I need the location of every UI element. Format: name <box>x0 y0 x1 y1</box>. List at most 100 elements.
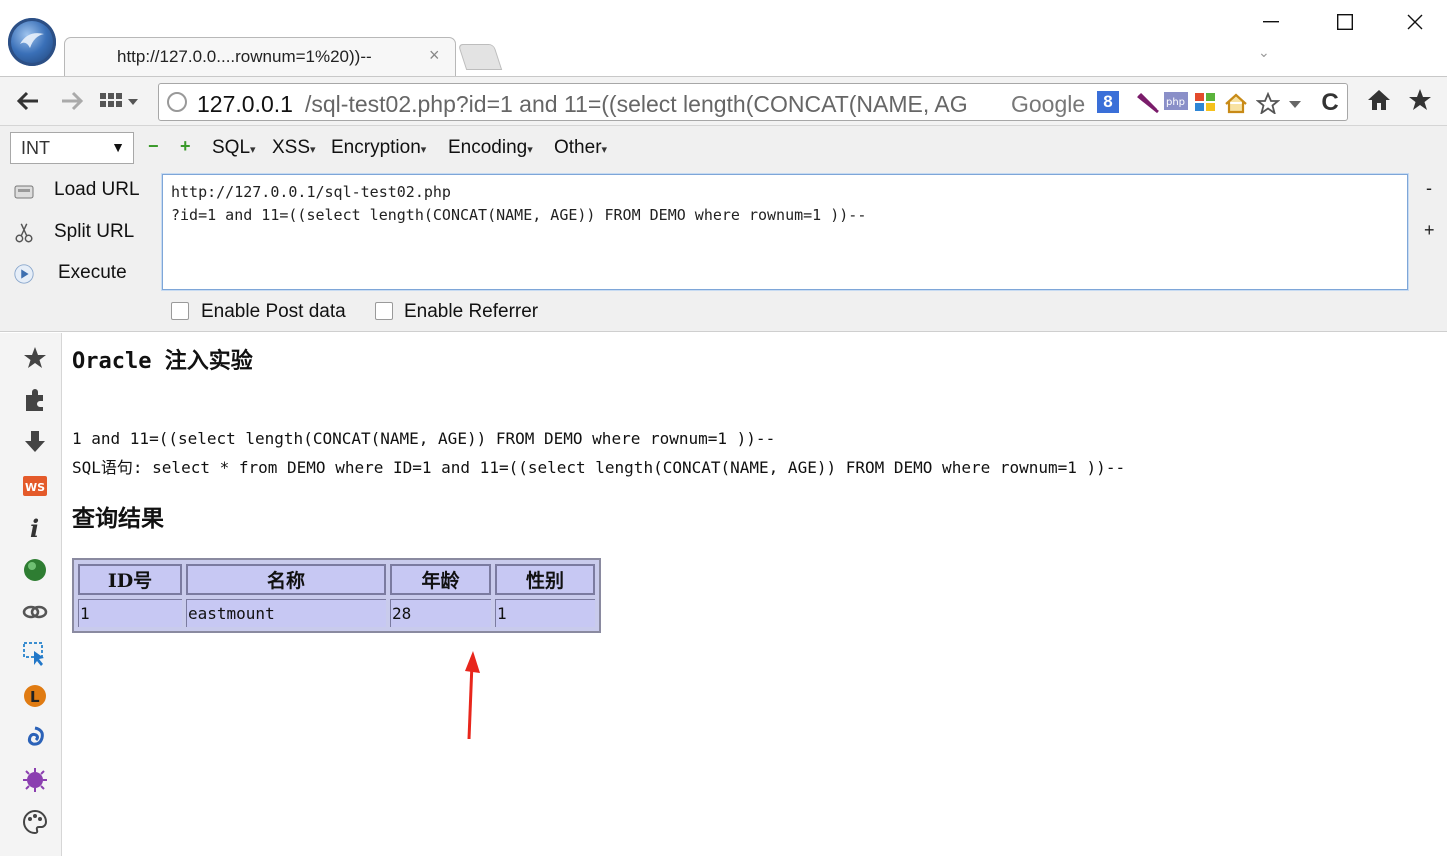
url-path: /sql-test02.php?id=1 and 11=((select len… <box>305 91 968 117</box>
expand-textarea-button[interactable]: + <box>1424 220 1435 241</box>
url-textarea[interactable]: http://127.0.0.1/sql-test02.php ?id=1 an… <box>162 174 1408 290</box>
execute-button[interactable]: Execute <box>12 259 152 289</box>
chevron-down-icon: ▼ <box>111 139 125 155</box>
forward-arrow-icon[interactable] <box>60 90 84 112</box>
back-arrow-icon[interactable] <box>16 90 40 112</box>
table-row: 1 eastmount 28 1 <box>78 599 595 627</box>
close-window-button[interactable] <box>1392 8 1438 36</box>
tab-active[interactable]: http://127.0.0....rownum=1%20))-- × <box>64 37 456 77</box>
addon-sidebar: WS i L <box>0 333 62 856</box>
info-icon[interactable]: i <box>22 515 48 541</box>
url-textarea-line: http://127.0.0.1/sql-test02.php <box>171 183 451 201</box>
execute-label: Execute <box>58 262 127 283</box>
column-header-age: 年龄 <box>390 564 491 595</box>
star-icon[interactable] <box>22 345 48 371</box>
table-header-row: ID号 名称 年龄 性别 <box>78 564 595 595</box>
enable-referrer-checkbox[interactable] <box>375 302 393 320</box>
hackbar-panel: Load URL Split URL Execute http://127.0.… <box>0 170 1447 332</box>
url-host: 127.0.0.1 <box>197 91 293 117</box>
maximize-button[interactable] <box>1322 8 1368 36</box>
type-select[interactable]: INT ▼ <box>10 132 134 164</box>
php-icon[interactable]: php <box>1163 92 1189 114</box>
navigation-bar: 127.0.0.1 /sql-test02.php?id=1 and 11=((… <box>0 76 1447 126</box>
load-url-button[interactable]: Load URL <box>12 176 152 206</box>
tab-title: http://127.0.0....rownum=1%20))-- <box>117 47 372 66</box>
cell-gender: 1 <box>495 599 595 627</box>
tab-close-icon[interactable]: × <box>429 45 440 66</box>
menu-encoding-label: Encoding <box>448 137 528 158</box>
menu-other[interactable]: Other▾ <box>554 137 607 159</box>
menu-encoding[interactable]: Encoding▾ <box>448 137 533 159</box>
cell-age: 28 <box>390 599 491 627</box>
firebug-icon[interactable] <box>22 767 48 793</box>
link-chain-icon[interactable] <box>22 599 48 625</box>
menu-xss-label: XSS <box>272 137 311 158</box>
page-title: Oracle 注入实验 <box>72 349 253 374</box>
scissors-icon <box>15 223 33 243</box>
orange-l-icon[interactable]: L <box>22 683 48 709</box>
hackbar-toolbar: INT ▼ − + SQL▾ XSS▾ Encryption▾ Encoding… <box>0 126 1447 170</box>
enable-post-checkbox[interactable] <box>171 302 189 320</box>
feather-icon[interactable] <box>1135 92 1161 114</box>
column-header-id: ID号 <box>78 564 182 595</box>
load-url-label: Load URL <box>54 179 140 200</box>
split-url-button[interactable]: Split URL <box>12 218 152 248</box>
home-house-icon[interactable] <box>1223 92 1249 114</box>
puzzle-addon-icon[interactable] <box>22 387 48 413</box>
split-url-label: Split URL <box>54 221 135 242</box>
menu-encryption-label: Encryption <box>331 137 421 158</box>
dropdown-chevron-icon[interactable] <box>1287 92 1303 114</box>
download-arrow-icon[interactable] <box>22 429 48 455</box>
enable-post-label[interactable]: Enable Post data <box>201 301 346 323</box>
maximize-icon <box>1337 14 1353 30</box>
windows-flag-icon[interactable] <box>1193 92 1217 114</box>
enable-referrer-label[interactable]: Enable Referrer <box>404 301 538 323</box>
bookmarks-star-icon[interactable] <box>1408 88 1432 112</box>
cell-name: eastmount <box>186 599 386 627</box>
column-header-name: 名称 <box>186 564 386 595</box>
minimize-icon <box>1263 21 1279 23</box>
home-icon[interactable] <box>1366 88 1392 112</box>
type-select-value: INT <box>21 138 50 158</box>
svg-text:i: i <box>30 515 39 541</box>
load-url-icon <box>14 185 34 199</box>
page-content: Oracle 注入实验 1 and 11=((select length(CON… <box>63 333 1447 856</box>
menu-xss[interactable]: XSS▾ <box>272 137 316 159</box>
search-engine-label[interactable]: Google <box>1011 91 1085 118</box>
web-developer-icon[interactable]: WS <box>22 473 48 499</box>
cell-id: 1 <box>78 599 182 627</box>
palette-icon[interactable] <box>22 809 48 835</box>
execute-play-icon <box>14 264 34 284</box>
history-menu-icon[interactable] <box>100 91 140 111</box>
close-icon <box>1407 14 1423 30</box>
column-header-gender: 性别 <box>495 564 595 595</box>
minimize-button[interactable] <box>1248 8 1294 36</box>
increase-plus-icon[interactable]: + <box>180 136 191 157</box>
svg-text:php: php <box>1166 97 1185 108</box>
swirl-icon[interactable] <box>22 725 48 751</box>
menu-sql[interactable]: SQL▾ <box>212 137 256 159</box>
green-ball-icon[interactable] <box>22 557 48 583</box>
sql-statement-line: SQL语句: select * from DEMO where ID=1 and… <box>72 458 1126 477</box>
site-identity-icon[interactable] <box>167 92 187 112</box>
results-heading: 查询结果 <box>72 505 164 532</box>
bookmark-star-icon[interactable] <box>1255 91 1281 116</box>
url-bar[interactable]: 127.0.0.1 /sql-test02.php?id=1 and 11=((… <box>158 83 1348 121</box>
decrease-minus-icon[interactable]: − <box>148 136 159 157</box>
browser-logo-icon[interactable] <box>8 18 56 66</box>
results-table: ID号 名称 年龄 性别 1 eastmount 28 1 <box>72 558 601 633</box>
url-textarea-line: ?id=1 and 11=((select length(CONCAT(NAME… <box>171 206 867 224</box>
element-picker-icon[interactable] <box>22 641 48 667</box>
menu-other-label: Other <box>554 137 602 158</box>
search-engine-icon[interactable]: 8 <box>1097 91 1119 113</box>
menu-encryption[interactable]: Encryption▾ <box>331 137 426 159</box>
svg-text:L: L <box>30 688 40 706</box>
input-echo-line: 1 and 11=((select length(CONCAT(NAME, AG… <box>72 429 776 448</box>
title-bar: http://127.0.0....rownum=1%20))-- × ⌄ <box>0 0 1447 77</box>
reload-icon[interactable]: C <box>1317 91 1343 115</box>
menu-sql-label: SQL <box>212 137 251 158</box>
shrink-textarea-button[interactable]: - <box>1426 178 1432 199</box>
tab-list-chevron-icon[interactable]: ⌄ <box>1258 44 1270 61</box>
annotation-arrow-icon <box>465 651 480 740</box>
new-tab-button[interactable] <box>457 44 503 70</box>
